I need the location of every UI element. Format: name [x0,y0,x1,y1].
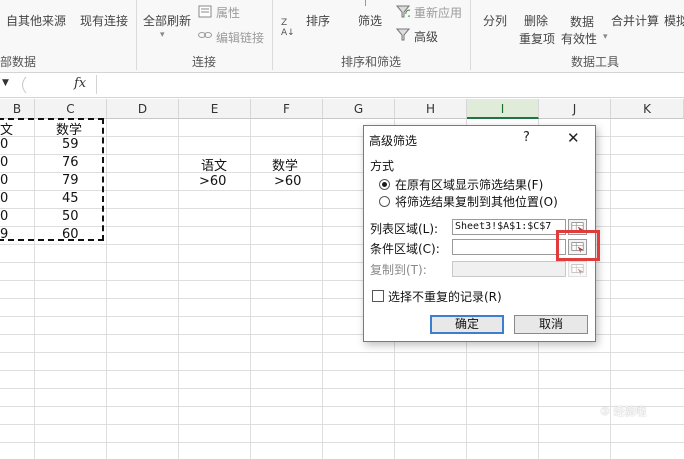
method-label: 方式 [370,159,395,173]
chevron-down-icon: ▾ [603,32,608,42]
refresh-all-button[interactable]: 全部刷新 [143,12,191,29]
column-header-h[interactable]: H [395,99,467,119]
group-label-get-external-data: 部数据 [0,55,37,69]
properties-icon [198,5,212,18]
sort-az-icon: Z A↓ [281,18,295,38]
what-if-button[interactable]: 模拟 [664,12,684,29]
copy-to-label: 复制到(T): [370,263,427,277]
dialog-title: 高级筛选 [369,134,418,148]
remove-duplicates-button[interactable]: 删除 [524,12,548,29]
data-validation-button[interactable]: 数据 [570,13,594,30]
insert-function-icon[interactable]: fx [74,76,86,91]
advanced-filter-icon [396,28,410,41]
column-header-f[interactable]: F [251,99,323,119]
group-label-connections: 连接 [192,55,217,69]
group-label-data-tools: 数据工具 [571,55,620,69]
help-button[interactable]: ? [523,130,530,145]
radio-copy-to-location[interactable] [379,196,390,207]
copy-to-input [452,261,566,277]
text-to-columns-button[interactable]: 分列 [483,12,507,29]
radio-copy-to-location-label[interactable]: 将筛选结果复制到其他位置(O) [395,193,558,210]
sort-button[interactable]: 排序 [306,12,330,29]
column-header-j[interactable]: J [539,99,611,119]
list-range-label: 列表区域(L): [370,222,439,236]
unique-records-checkbox[interactable] [372,290,384,302]
link-icon [198,32,212,38]
column-header-i[interactable]: I [467,99,539,119]
data-validation-label-2: 有效性 [561,32,598,46]
remove-duplicates-label-2: 重复项 [519,32,556,46]
criteria-range-input[interactable] [452,239,566,255]
cell-e3[interactable]: 语文 [201,155,227,174]
column-header-k[interactable]: K [611,99,684,119]
cell-f3[interactable]: 数学 [272,155,298,174]
existing-connections-button[interactable]: 现有连接 [80,12,128,29]
copy-marquee [0,118,104,241]
edit-links-button[interactable]: 编辑链接 [216,29,264,46]
ribbon: 自其他来源 现有连接 部数据 全部刷新 ▾ 属性 编辑链接 连接 Z A↓ 排序 … [0,0,684,73]
highlight-box [556,230,600,261]
reapply-icon [396,5,410,18]
filter-button[interactable]: 筛选 [358,12,382,29]
from-other-sources-button[interactable]: 自其他来源 [6,12,66,29]
reapply-button[interactable]: 重新应用 [414,4,462,21]
filter-icon [365,0,366,6]
column-header-e[interactable]: E [179,99,251,119]
radio-filter-in-place-label[interactable]: 在原有区域显示筛选结果(F) [395,176,543,193]
cancel-entry-icon[interactable] [18,76,58,94]
cancel-button[interactable]: 取消 [514,315,588,334]
list-range-input[interactable]: Sheet3!$A$1:$C$7 [452,219,566,235]
column-header-d[interactable]: D [107,99,179,119]
formula-input[interactable] [96,75,684,94]
formula-bar: ▼ fx [0,73,684,98]
name-box-dropdown-icon[interactable]: ▼ [2,78,9,88]
watermark: ⑤ 经验啦 [600,405,647,418]
copy-to-select-icon [568,261,587,277]
column-header-b[interactable]: B [0,99,35,119]
close-icon[interactable]: ✕ [567,129,580,147]
ok-button[interactable]: 确定 [430,315,504,334]
consolidate-button[interactable]: 合并计算 [611,12,659,29]
criteria-range-label: 条件区域(C): [370,242,440,256]
properties-button[interactable]: 属性 [216,4,240,21]
advanced-filter-button[interactable]: 高级 [414,28,438,45]
column-header-c[interactable]: C [35,99,107,119]
radio-filter-in-place[interactable] [379,179,390,190]
cell-f4[interactable]: >60 [274,174,301,189]
column-header-g[interactable]: G [323,99,395,119]
chevron-down-icon: ▾ [160,30,165,40]
cell-e4[interactable]: >60 [199,174,226,189]
unique-records-label[interactable]: 选择不重复的记录(R) [388,288,502,305]
group-label-sort-filter: 排序和筛选 [341,55,402,69]
